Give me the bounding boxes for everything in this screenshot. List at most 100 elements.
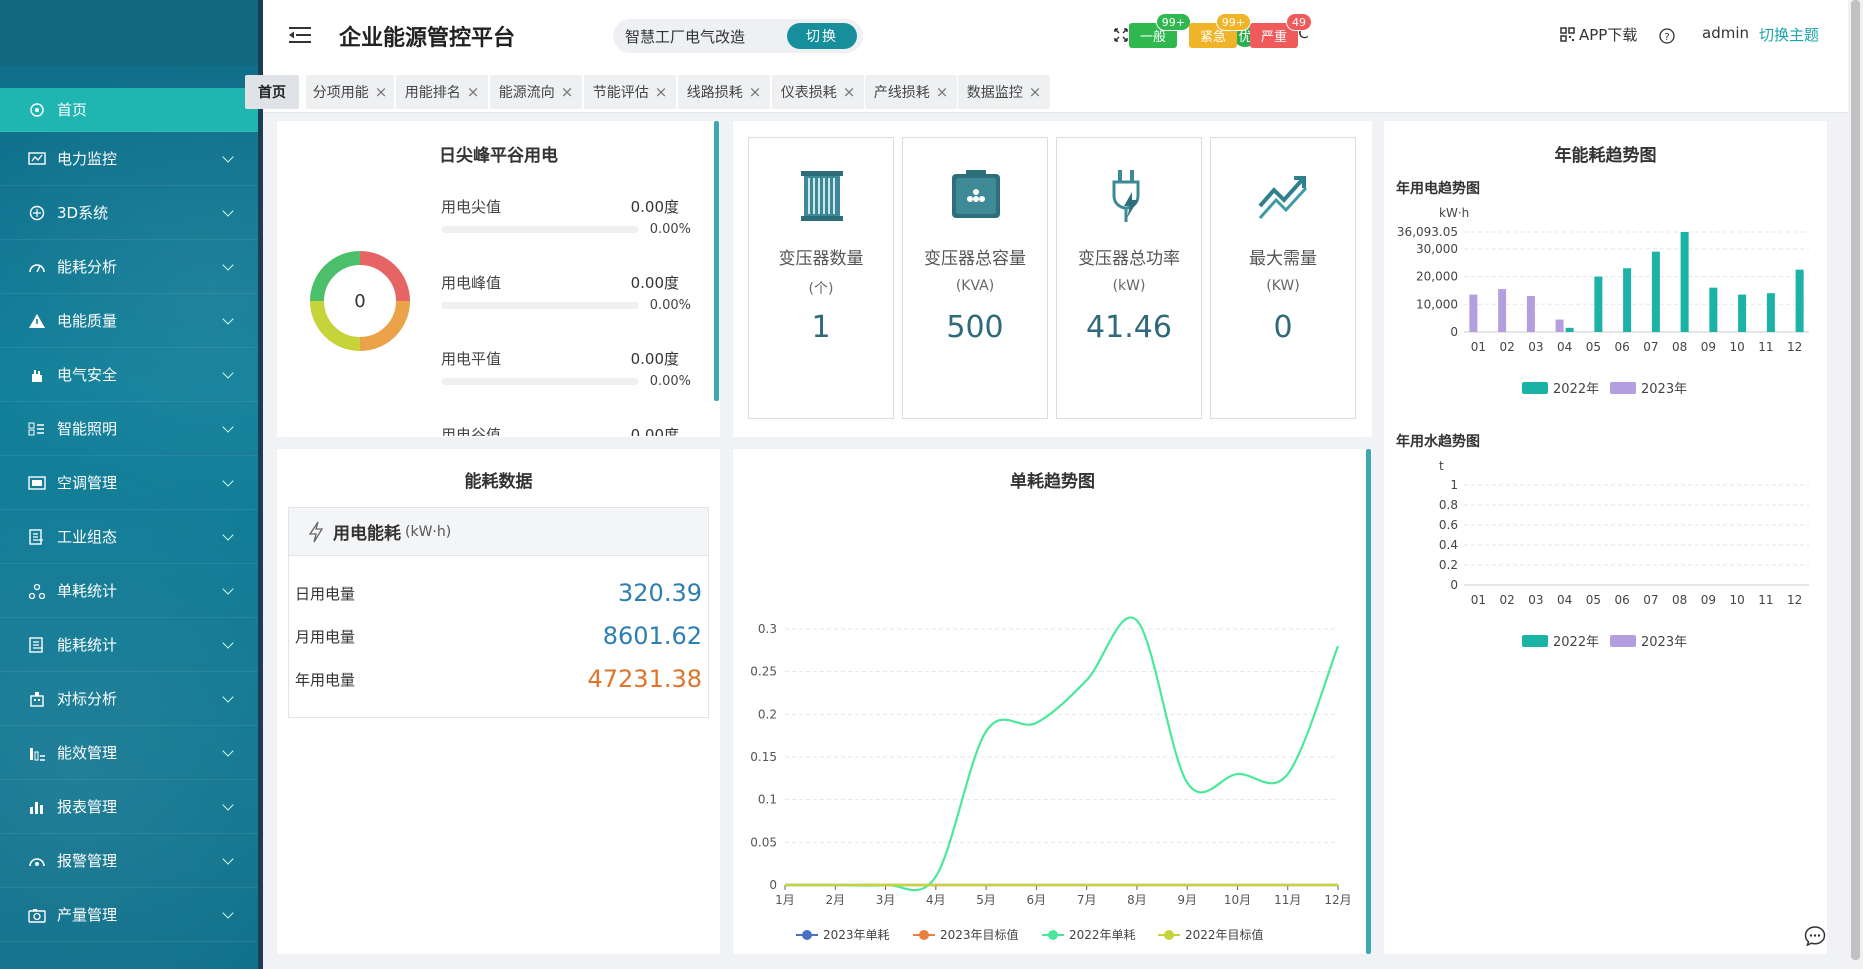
energy-row-label: 日用电量 xyxy=(295,585,356,603)
tab-label: 产线损耗 xyxy=(873,85,930,101)
legend-item[interactable]: 2022年单耗 xyxy=(1042,928,1136,942)
legend-item[interactable]: 2023年目标值 xyxy=(913,927,1019,942)
plug-icon xyxy=(1112,170,1140,222)
bar xyxy=(1680,232,1689,332)
pv-value: 0.00度 xyxy=(630,350,679,368)
sidebar-item-9[interactable]: 单耗统计 xyxy=(0,564,258,618)
legend-marker xyxy=(1610,635,1636,647)
energy-row: 月用电量 8601.62 xyxy=(289,614,708,654)
tab-1[interactable]: 分项用能 × xyxy=(306,75,394,109)
panel-scrollbar[interactable] xyxy=(714,121,719,401)
energy-row-label: 年用电量 xyxy=(295,671,356,689)
bar xyxy=(1766,293,1775,332)
close-icon[interactable]: × xyxy=(749,83,762,101)
bar xyxy=(1469,294,1478,332)
sidebar-item-label: 电能质量 xyxy=(57,312,118,330)
switch-theme-link[interactable]: 切换主题 xyxy=(1759,24,1819,45)
sidebar-item-0[interactable]: 首页 xyxy=(0,88,258,132)
stat-card-value: 41.46 xyxy=(1086,310,1172,345)
close-icon[interactable]: × xyxy=(843,83,856,101)
app-download-button[interactable]: APP下载 xyxy=(1560,24,1637,45)
tab-5[interactable]: 线路损耗 × xyxy=(678,75,770,109)
sidebar-item-label: 产量管理 xyxy=(57,906,118,924)
page-scrollbar[interactable] xyxy=(1848,0,1863,969)
y-tick-label: 0 xyxy=(1450,578,1458,592)
legend-marker xyxy=(1164,930,1174,940)
sidebar-item-13[interactable]: 报表管理 xyxy=(0,780,258,834)
sidebar-item-11[interactable]: 对标分析 xyxy=(0,672,258,726)
legend-label: 2023年 xyxy=(1641,382,1687,397)
sidebar-item-12[interactable]: 能效管理 xyxy=(0,726,258,780)
y-tick-label: 30,000 xyxy=(1416,242,1458,256)
menu-toggle-icon[interactable] xyxy=(289,26,311,44)
project-switch-button[interactable]: 切换 xyxy=(787,23,857,49)
sidebar-item-4[interactable]: 电能质量 xyxy=(0,294,258,348)
close-icon[interactable]: × xyxy=(936,83,949,101)
tab-7[interactable]: 产线损耗 × xyxy=(865,75,957,109)
project-switcher: 智慧工厂电气改造 切换 xyxy=(613,19,863,53)
cube-icon xyxy=(27,205,47,221)
bar xyxy=(1555,319,1564,332)
sidebar-item-1[interactable]: 电力监控 xyxy=(0,132,258,186)
legend-item[interactable]: 2022年 xyxy=(1522,382,1599,397)
stat-card: 最大需量 (KW) 0 xyxy=(1210,137,1356,419)
sidebar-item-5[interactable]: 电气安全 xyxy=(0,348,258,402)
user-name[interactable]: admin xyxy=(1702,24,1749,42)
pv-label: 用电谷值 xyxy=(441,426,502,436)
x-tick-label: 3月 xyxy=(876,893,896,907)
sidebar-item-14[interactable]: 报警管理 xyxy=(0,834,258,888)
top-header: 企业能源管控平台 智慧工厂电气改造 切换 全屏 优 23℃ APP下载 ? ad… xyxy=(263,0,1848,70)
sidebar-item-7[interactable]: 空调管理 xyxy=(0,456,258,510)
legend-marker xyxy=(1522,382,1548,394)
alarm-2[interactable]: 严重 49 xyxy=(1250,13,1312,48)
bar-icon xyxy=(27,799,47,815)
sidebar-item-6[interactable]: 智能照明 xyxy=(0,402,258,456)
alarm-1[interactable]: 紧急 99+ xyxy=(1189,13,1251,48)
close-icon[interactable]: × xyxy=(655,83,668,101)
sidebar-menu: 首页 电力监控 3D系统能耗分析电能质量电气安全 智能照明 空调管理 工业组态 单耗统计 能耗… xyxy=(0,88,258,942)
alarm-0[interactable]: 一般 99+ xyxy=(1129,13,1191,48)
close-icon[interactable]: × xyxy=(375,83,388,101)
page-scrollbar-thumb[interactable] xyxy=(1851,0,1860,960)
sidebar-item-label: 能耗分析 xyxy=(57,258,118,276)
help-icon[interactable]: ? xyxy=(1659,28,1675,44)
unit-trend-panel: 单耗趋势图 0 0.05 0.1 0.15 0.2 0.25 0.3 1月 2月 3月 4月 5月 6月… xyxy=(733,449,1372,954)
stat-card-value: 1 xyxy=(811,310,831,345)
tab-4[interactable]: 节能评估 × xyxy=(584,75,676,109)
tab-3[interactable]: 能源流向 × xyxy=(490,75,582,109)
energy-row-value: 8601.62 xyxy=(602,622,702,650)
legend-item[interactable]: 2023年 xyxy=(1610,635,1687,650)
legend-item[interactable]: 2023年单耗 xyxy=(796,928,890,942)
unit-trend-line-chart: 0 0.05 0.1 0.15 0.2 0.25 0.3 1月 2月 3月 4月 5月 6月 7月 8月 9月… xyxy=(750,616,1352,942)
x-tick-label: 10 xyxy=(1729,340,1744,354)
x-tick-label: 5月 xyxy=(976,893,996,907)
sidebar-item-15[interactable]: 产量管理 xyxy=(0,888,258,942)
close-icon[interactable]: × xyxy=(561,83,574,101)
close-icon[interactable]: × xyxy=(1029,83,1042,101)
sidebar-item-3[interactable]: 能耗分析 xyxy=(0,240,258,294)
panel-scrollbar[interactable] xyxy=(1366,449,1371,954)
legend-item[interactable]: 2022年目标值 xyxy=(1158,927,1264,942)
tab-8[interactable]: 数据监控 × xyxy=(958,75,1050,109)
tab-6[interactable]: 仪表损耗 × xyxy=(772,75,864,109)
chevron-down-icon xyxy=(222,690,234,703)
pv-percent: 0.00% xyxy=(649,374,691,389)
close-icon[interactable]: × xyxy=(467,83,480,101)
sidebar-item-8[interactable]: 工业组态 xyxy=(0,510,258,564)
sidebar-item-2[interactable]: 3D系统 xyxy=(0,186,258,240)
legend-item[interactable]: 2023年 xyxy=(1610,382,1687,397)
tab-2[interactable]: 用能排名 × xyxy=(396,75,488,109)
x-tick-label: 12 xyxy=(1787,340,1802,354)
stat-card-title: 变压器总功率 xyxy=(1078,249,1180,269)
legend-label: 2022年目标值 xyxy=(1185,927,1264,942)
x-tick-label: 06 xyxy=(1614,340,1629,354)
tab-0[interactable]: 首页 xyxy=(245,75,299,109)
camera-icon xyxy=(27,907,47,923)
tab-label: 线路损耗 xyxy=(686,85,743,101)
chat-icon[interactable] xyxy=(1803,924,1827,948)
chevron-down-icon xyxy=(222,636,234,649)
sidebar-item-10[interactable]: 能耗统计 xyxy=(0,618,258,672)
legend-item[interactable]: 2022年 xyxy=(1522,635,1599,650)
x-tick-label: 04 xyxy=(1557,593,1572,607)
project-name: 智慧工厂电气改造 xyxy=(625,27,746,46)
